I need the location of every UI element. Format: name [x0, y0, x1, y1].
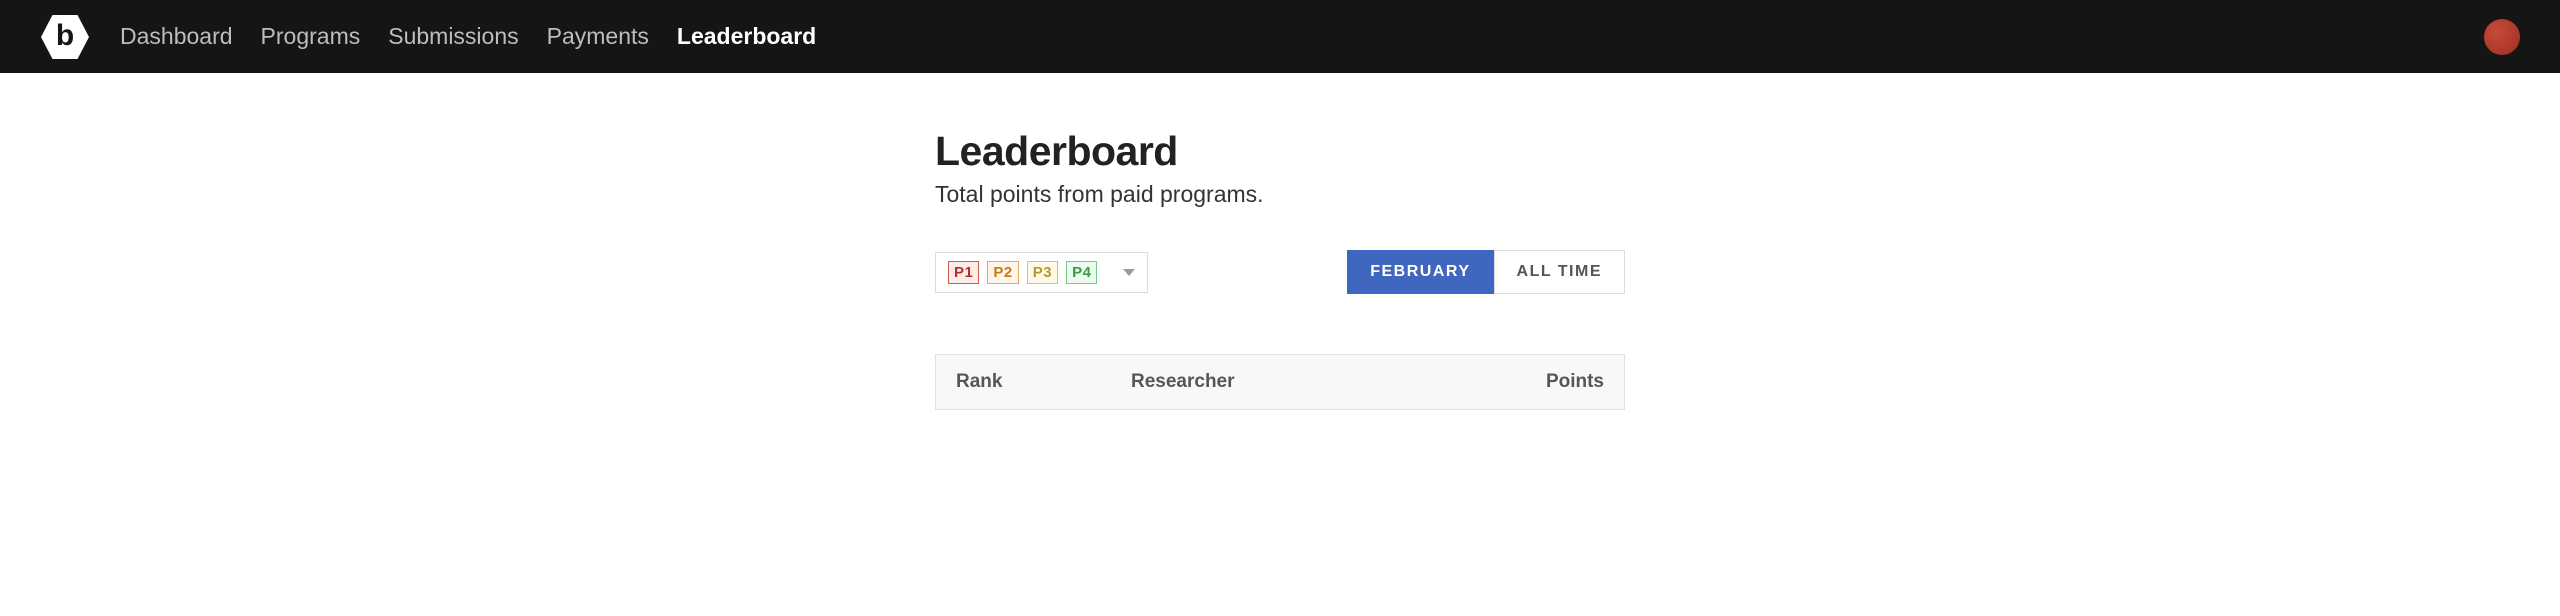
chevron-down-icon: [1123, 269, 1135, 276]
nav-submissions[interactable]: Submissions: [388, 23, 518, 50]
logo[interactable]: b: [40, 12, 90, 62]
toggle-all-time[interactable]: ALL TIME: [1494, 250, 1625, 294]
leaderboard-table: Rank Researcher Points: [935, 354, 1625, 410]
nav-programs[interactable]: Programs: [261, 23, 361, 50]
priority-filter-dropdown[interactable]: P1 P2 P3 P4: [935, 252, 1148, 293]
nav: Dashboard Programs Submissions Payments …: [120, 23, 816, 50]
priority-badge-p3: P3: [1027, 261, 1058, 284]
main: Leaderboard Total points from paid progr…: [935, 73, 1625, 410]
page-subtitle: Total points from paid programs.: [935, 181, 1625, 208]
avatar[interactable]: [2484, 19, 2520, 55]
priority-badge-p1: P1: [948, 261, 979, 284]
page-title: Leaderboard: [935, 128, 1625, 175]
nav-payments[interactable]: Payments: [547, 23, 649, 50]
priority-badge-p2: P2: [987, 261, 1018, 284]
hexagon-b-icon: b: [40, 12, 90, 62]
table-header: Rank Researcher Points: [936, 355, 1624, 409]
time-toggle: FEBRUARY ALL TIME: [1347, 250, 1625, 294]
topbar-left: b Dashboard Programs Submissions Payment…: [40, 12, 816, 62]
controls-row: P1 P2 P3 P4 FEBRUARY ALL TIME: [935, 250, 1625, 294]
nav-dashboard[interactable]: Dashboard: [120, 23, 233, 50]
col-header-researcher: Researcher: [1131, 371, 1504, 393]
topbar: b Dashboard Programs Submissions Payment…: [0, 0, 2560, 73]
toggle-current-month[interactable]: FEBRUARY: [1347, 250, 1493, 294]
svg-text:b: b: [56, 19, 74, 52]
col-header-points: Points: [1504, 371, 1604, 393]
priority-badge-p4: P4: [1066, 261, 1097, 284]
nav-leaderboard[interactable]: Leaderboard: [677, 23, 816, 50]
col-header-rank: Rank: [956, 371, 1131, 393]
